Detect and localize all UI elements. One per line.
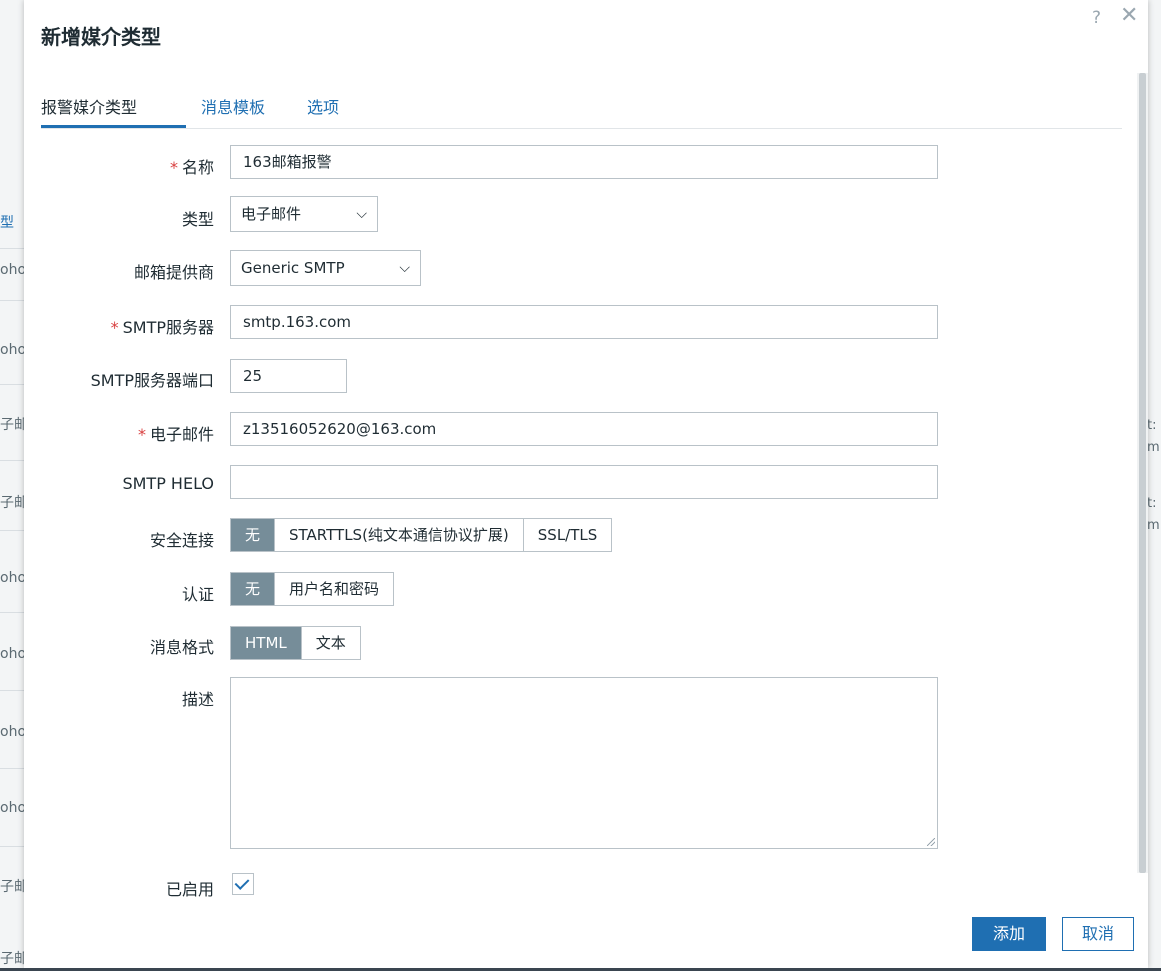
smtp-server-label: * SMTP服务器 bbox=[110, 318, 214, 337]
auth-label: 认证 bbox=[181, 585, 214, 604]
close-icon[interactable]: ✕ bbox=[1120, 5, 1138, 27]
tab-options[interactable]: 选项 bbox=[307, 94, 339, 118]
background-fragment: oho bbox=[0, 262, 24, 278]
auth-segmented-control: 无 用户名和密码 bbox=[230, 572, 395, 606]
background-fragment: m bbox=[1147, 518, 1160, 533]
chevron-down-icon: ⌵ bbox=[356, 206, 367, 222]
type-select[interactable]: 电子邮件 ⌵ bbox=[230, 196, 378, 232]
background-fragment: oho bbox=[0, 646, 24, 662]
name-label: * 名称 bbox=[169, 158, 214, 177]
chevron-down-icon: ⌵ bbox=[399, 260, 410, 276]
smtp-port-label: SMTP服务器端口 bbox=[90, 371, 214, 390]
background-fragment: 子邮 bbox=[0, 495, 24, 511]
enabled-label: 已启用 bbox=[165, 880, 214, 899]
name-input[interactable]: 163邮箱报警 bbox=[230, 145, 938, 179]
scrollbar-thumb[interactable] bbox=[1139, 73, 1146, 873]
background-fragment: t: bbox=[1147, 418, 1157, 433]
dialog-scrollbar[interactable] bbox=[1137, 73, 1148, 873]
background-page-left: 型 oho oho 子邮 子邮 oho oho oho oho 子邮 子邮 bbox=[0, 0, 24, 971]
media-type-dialog: 新增媒介类型 ? ✕ 报警媒介类型 消息模板 选项 * 名称 163邮箱报警 类型… bbox=[24, 0, 1148, 968]
format-segmented-control: HTML 文本 bbox=[230, 626, 361, 660]
format-option-text[interactable]: 文本 bbox=[300, 627, 360, 659]
checkmark-icon bbox=[234, 875, 250, 890]
smtp-port-input[interactable]: 25 bbox=[230, 359, 347, 393]
background-fragment: 子邮 bbox=[0, 951, 24, 967]
background-fragment: t: bbox=[1147, 496, 1157, 511]
resize-handle-icon[interactable] bbox=[927, 838, 935, 846]
provider-label: 邮箱提供商 bbox=[133, 263, 214, 282]
help-icon[interactable]: ? bbox=[1092, 8, 1101, 28]
smtp-helo-input[interactable] bbox=[230, 465, 938, 499]
security-option-none[interactable]: 无 bbox=[231, 519, 275, 551]
tab-bar: 报警媒介类型 消息模板 选项 bbox=[41, 90, 1122, 129]
background-fragment: m bbox=[1147, 440, 1160, 455]
background-fragment: oho bbox=[0, 570, 24, 586]
email-input[interactable]: z13516052620@163.com bbox=[230, 412, 938, 446]
background-fragment: 型 bbox=[0, 215, 14, 231]
add-button[interactable]: 添加 bbox=[972, 917, 1046, 951]
security-segmented-control: 无 STARTTLS(纯文本通信协议扩展) SSL/TLS bbox=[230, 518, 613, 552]
tab-message-templates[interactable]: 消息模板 bbox=[201, 94, 265, 118]
provider-select[interactable]: Generic SMTP ⌵ bbox=[230, 250, 421, 286]
dialog-title: 新增媒介类型 bbox=[41, 25, 161, 49]
auth-option-none[interactable]: 无 bbox=[231, 573, 275, 605]
description-textarea[interactable] bbox=[230, 677, 938, 849]
background-fragment: 子邮 bbox=[0, 417, 24, 433]
tab-media-type[interactable]: 报警媒介类型 bbox=[41, 94, 137, 118]
security-option-starttls[interactable]: STARTTLS(纯文本通信协议扩展) bbox=[274, 519, 523, 551]
description-label: 描述 bbox=[181, 690, 214, 709]
background-fragment: 子邮 bbox=[0, 879, 24, 895]
background-fragment: oho bbox=[0, 724, 24, 740]
cancel-button[interactable]: 取消 bbox=[1062, 917, 1134, 951]
background-fragment: oho bbox=[0, 800, 24, 816]
format-option-html[interactable]: HTML bbox=[231, 627, 301, 659]
security-label: 安全连接 bbox=[149, 531, 214, 550]
background-fragment: oho bbox=[0, 342, 24, 358]
smtp-server-input[interactable]: smtp.163.com bbox=[230, 305, 938, 339]
format-label: 消息格式 bbox=[149, 638, 214, 657]
auth-option-username-password[interactable]: 用户名和密码 bbox=[274, 573, 394, 605]
smtp-helo-label: SMTP HELO bbox=[122, 474, 214, 493]
enabled-checkbox[interactable] bbox=[232, 873, 254, 895]
type-label: 类型 bbox=[181, 210, 214, 229]
active-tab-indicator bbox=[41, 125, 186, 128]
security-option-ssl-tls[interactable]: SSL/TLS bbox=[522, 519, 612, 551]
email-label: * 电子邮件 bbox=[137, 425, 214, 444]
